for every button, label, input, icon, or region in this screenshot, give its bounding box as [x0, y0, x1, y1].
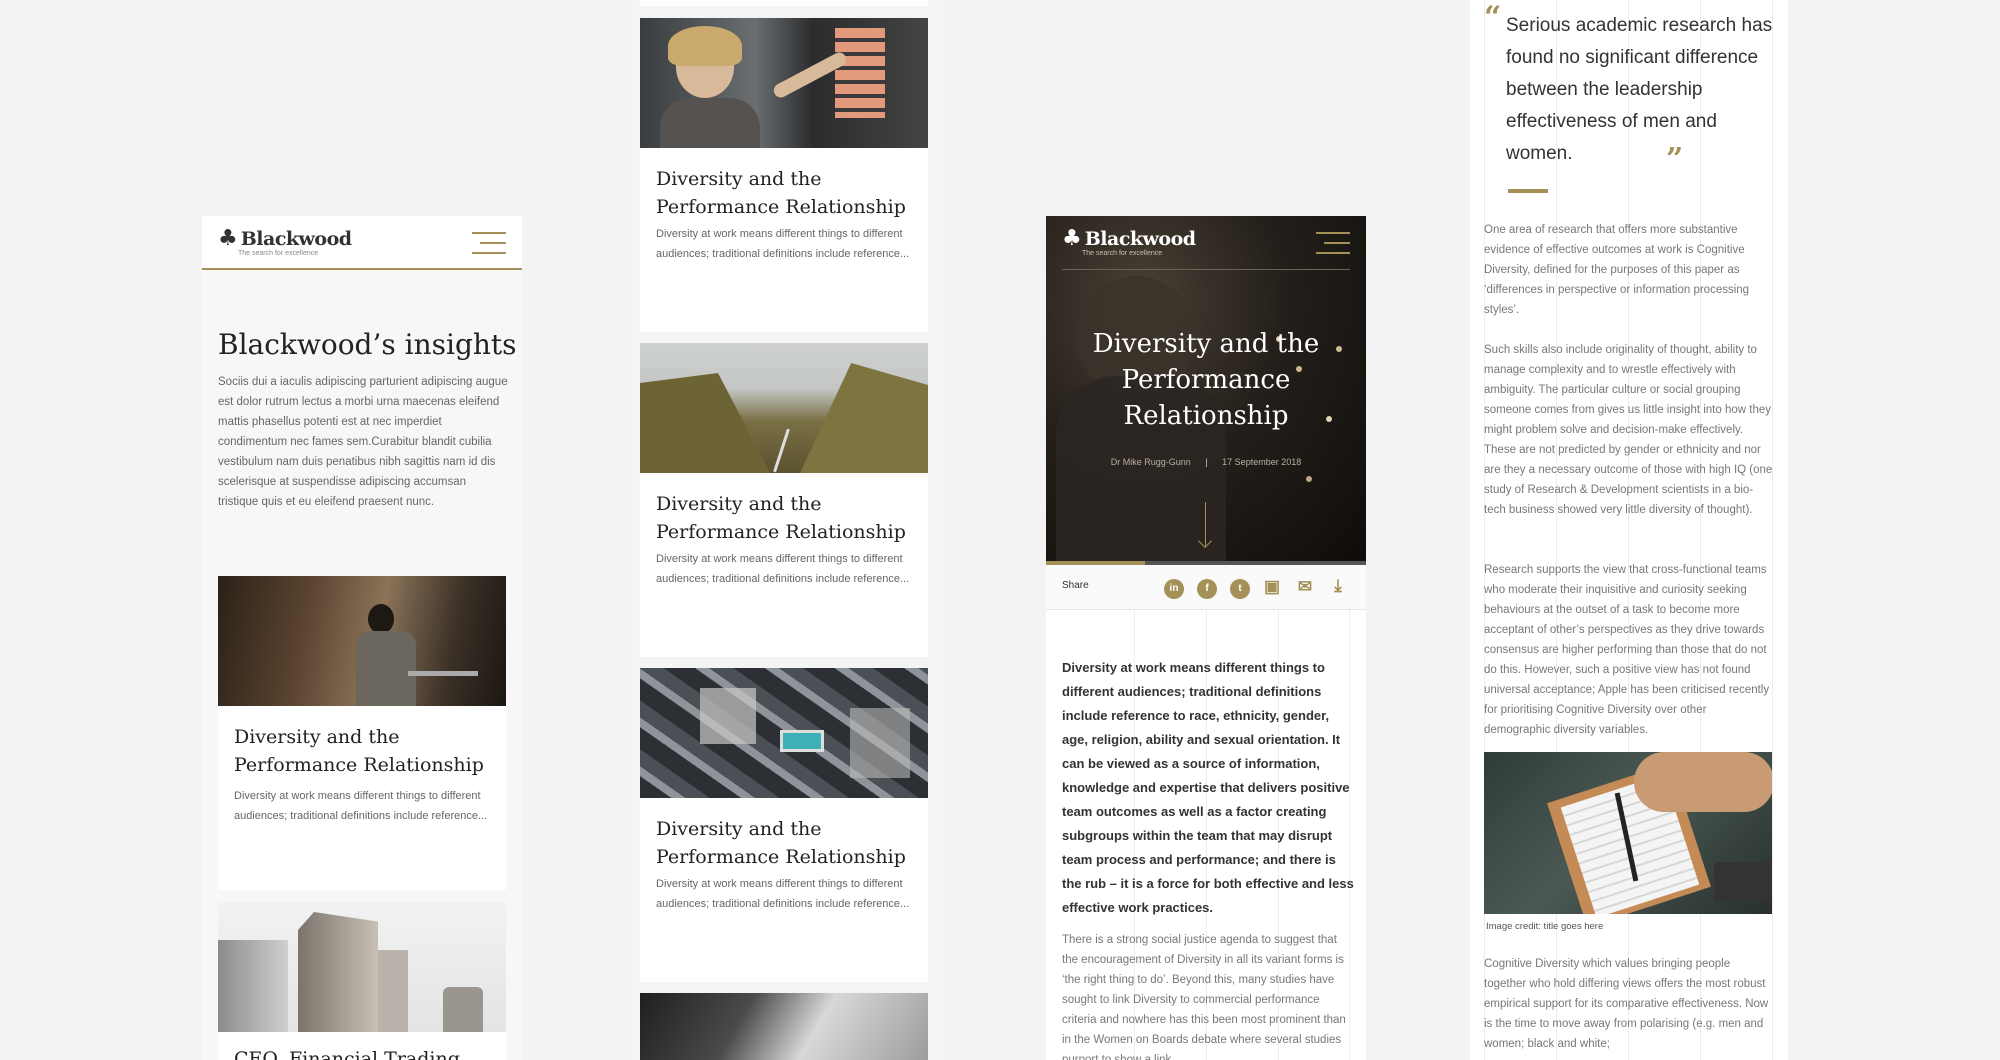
site-header: ♣ Blackwood The search for excellence [202, 216, 522, 270]
page-title: Blackwood’s insights [218, 328, 517, 361]
card-image-aerial-city-pool[interactable] [640, 668, 928, 798]
article-title: Diversity and the Performance Relationsh… [1092, 329, 1320, 431]
article-screen: ♣ Blackwood The search for excellence Di… [1046, 216, 1366, 1060]
card-title[interactable]: Diversity and the Performance Relationsh… [656, 490, 916, 546]
insight-card[interactable]: Diversity and the Performance Relationsh… [218, 576, 506, 890]
insights-listing-screen: ♣ Blackwood The search for excellence Bl… [202, 216, 522, 1060]
menu-icon[interactable] [1316, 232, 1350, 254]
brand-logo[interactable]: ♣ Blackwood The search for excellence [1062, 226, 1196, 258]
quote-divider [1508, 189, 1548, 193]
article-paragraph: Cognitive Diversity which values bringin… [1484, 958, 1769, 1050]
card-title[interactable]: Diversity and the Performance Relationsh… [656, 815, 916, 871]
download-icon[interactable]: ⤓ [1328, 576, 1348, 596]
card-title[interactable]: Diversity and the Performance Relationsh… [234, 723, 494, 779]
meta-separator: | [1205, 457, 1208, 467]
card-image-woman-laptop[interactable] [218, 576, 506, 706]
insight-card[interactable] [640, 993, 928, 1060]
club-logo-icon: ♣ [218, 226, 238, 251]
article-paragraph: Research supports the view that cross-fu… [1484, 564, 1770, 736]
insights-cards-column: Diversity and the Performance Relationsh… [626, 0, 944, 1060]
article-author: Dr Mike Rugg-Gunn [1110, 457, 1191, 467]
brand-tagline: The search for excellence [238, 250, 319, 257]
insight-card[interactable]: Diversity and the Performance Relationsh… [640, 668, 928, 982]
card-image-mountain-valley[interactable] [640, 343, 928, 473]
header-divider [1062, 269, 1350, 270]
card-excerpt: Diversity at work means different things… [656, 228, 910, 260]
card-image-woman-sticky-notes[interactable] [640, 18, 928, 148]
card-excerpt: Diversity at work means different things… [234, 790, 488, 822]
article-meta: Dr Mike Rugg-Gunn | 17 September 2018 [1046, 457, 1366, 467]
share-label: Share [1062, 580, 1089, 591]
linkedin-icon[interactable]: in [1164, 579, 1184, 599]
open-quote-icon: “ [1484, 0, 1502, 35]
pull-quote: Serious academic research has found no s… [1506, 15, 1773, 164]
article-lead: Diversity at work means different things… [1062, 660, 1354, 915]
page-intro: Sociis dui a iaculis adipiscing parturie… [218, 376, 508, 508]
card-image-skyscrapers[interactable] [218, 902, 506, 1032]
close-quote-icon: ” [1666, 142, 1684, 177]
card-excerpt: Diversity at work means different things… [656, 553, 910, 585]
email-icon[interactable]: ✉ [1295, 577, 1315, 597]
brand-logo[interactable]: ♣ Blackwood The search for excellence [218, 226, 352, 258]
print-icon[interactable]: ▣ [1262, 577, 1282, 597]
brand-tagline: The search for excellence [1082, 250, 1163, 257]
insight-card[interactable]: Diversity and the Performance Relationsh… [640, 343, 928, 657]
insight-card[interactable]: Diversity and the Performance Relationsh… [640, 18, 928, 332]
brand-name: Blackwood [1084, 228, 1196, 250]
share-bar: Share in f t ▣ ✉ ⤓ [1046, 565, 1366, 610]
article-body: There is a strong social justice agenda … [1062, 934, 1346, 1060]
image-credit: Image credit: title goes here [1486, 921, 1604, 932]
card-title[interactable]: CEO, Financial Trading [234, 1045, 494, 1060]
article-image-clipboard [1484, 752, 1772, 914]
article-hero: ♣ Blackwood The search for excellence Di… [1046, 216, 1366, 564]
card-image-partial[interactable] [640, 993, 928, 1060]
menu-icon[interactable] [472, 232, 506, 254]
previous-card-edge [640, 0, 928, 6]
facebook-icon[interactable]: f [1197, 579, 1217, 599]
club-logo-icon: ♣ [1062, 226, 1082, 251]
card-title[interactable]: Diversity and the Performance Relationsh… [656, 165, 916, 221]
article-paragraph: Such skills also include originality of … [1484, 344, 1773, 516]
insight-card[interactable]: CEO, Financial Trading [218, 902, 506, 1060]
brand-name: Blackwood [240, 228, 352, 250]
card-excerpt: Diversity at work means different things… [656, 878, 910, 910]
article-paragraph: One area of research that offers more su… [1484, 224, 1750, 316]
article-continued-screen: “ Serious academic research has found no… [1470, 0, 1788, 1060]
scroll-down-icon[interactable] [1197, 502, 1213, 549]
twitter-icon[interactable]: t [1230, 579, 1250, 599]
article-date: 17 September 2018 [1222, 457, 1302, 467]
